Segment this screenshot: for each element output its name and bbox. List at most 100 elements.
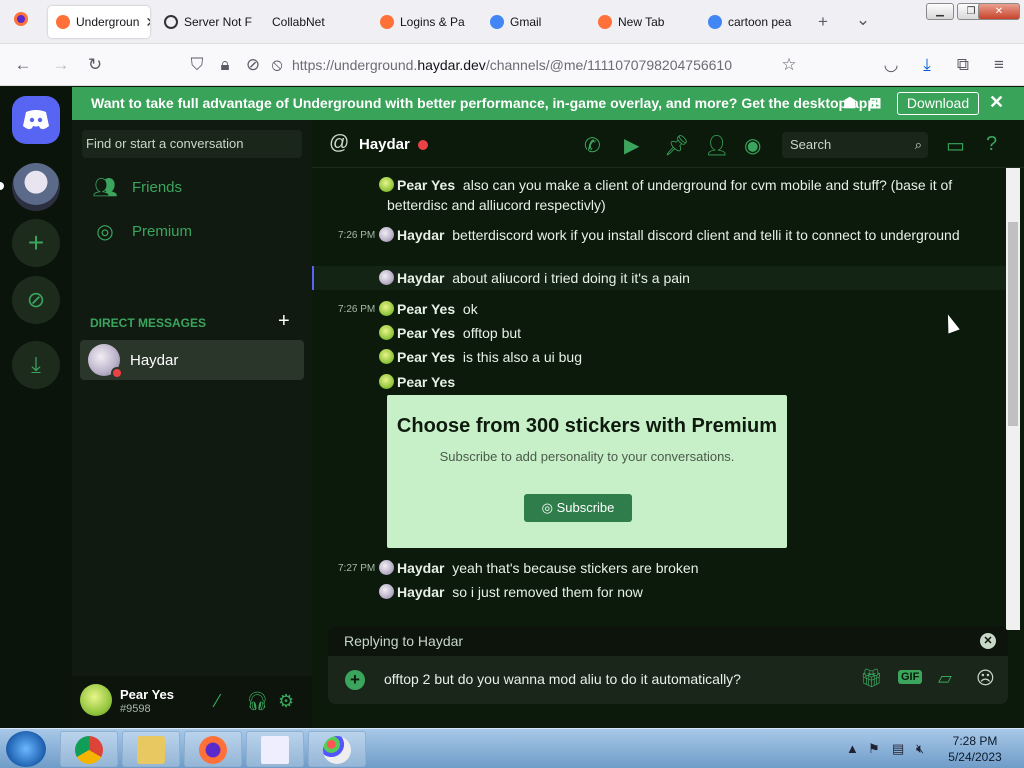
user-profile-icon[interactable]: ◉ [744, 133, 761, 158]
settings-gear-icon[interactable]: ⚙ [278, 691, 294, 712]
taskbar-chrome-button[interactable] [60, 731, 118, 767]
close-window-button[interactable]: ✕ [978, 3, 1020, 20]
url-bar[interactable]: https://underground.haydar.dev/channels/… [292, 57, 732, 73]
browser-nav-bar: ← → ↻ ⛉ 🔒︎ ⊘ ⦸ https://underground.hayda… [0, 44, 1024, 86]
new-tab-icon[interactable]: + [812, 11, 834, 33]
inbox-icon[interactable]: ▭ [946, 133, 965, 158]
search-input[interactable]: Search ⌕ [782, 132, 928, 158]
message-timestamp: 7:26 PM [338, 304, 376, 315]
sticker-picker-icon[interactable]: ▱ [938, 668, 952, 689]
list-item[interactable]: Haydar so i just removed them for now [312, 582, 1007, 602]
firefox-menu-icon[interactable] [10, 11, 32, 33]
dnd-status-icon [111, 367, 123, 379]
taskbar-paint-button[interactable] [308, 731, 366, 767]
message-timestamp: 7:26 PM [338, 230, 376, 241]
sidebar-item-premium[interactable]: ◎ Premium [80, 210, 304, 252]
tab-server-not-found[interactable]: Server Not F [156, 6, 256, 38]
tab-underground[interactable]: Undergroun ✕ [48, 6, 150, 38]
message-author: Pear Yes [397, 325, 456, 341]
list-item[interactable]: Pear Yes is this also a ui bug [312, 347, 1007, 367]
taskbar-firefox-button[interactable] [184, 731, 242, 767]
cancel-reply-icon[interactable]: ✕ [980, 633, 996, 649]
scrollbar-thumb[interactable] [1008, 222, 1018, 426]
camera-blocked-icon[interactable]: ⦸ [266, 54, 288, 76]
mute-microphone-icon[interactable]: ⁄ [216, 691, 219, 712]
clock-time: 7:28 PM [952, 734, 998, 748]
volume-muted-icon[interactable]: 🔇︎ [916, 741, 924, 757]
subscribe-button[interactable]: ◎ Subscribe [524, 494, 632, 522]
server-avatar-icon[interactable] [12, 163, 60, 211]
close-banner-icon[interactable]: ✕ [989, 92, 1004, 113]
shield-icon[interactable]: ⛉ [186, 54, 208, 76]
lock-icon[interactable]: 🔒︎ [214, 54, 236, 76]
tab-cartoon-pear[interactable]: cartoon pea [700, 6, 800, 38]
forward-icon[interactable]: → [50, 54, 72, 76]
find-conversation-input[interactable]: Find or start a conversation [82, 130, 302, 158]
upload-plus-icon[interactable]: + [345, 670, 365, 690]
download-apps-icon[interactable]: ⤓ [12, 341, 60, 389]
taskbar-notepad-button[interactable] [246, 731, 304, 767]
list-item[interactable]: Pear Yes [312, 372, 1007, 392]
create-dm-icon[interactable]: + [278, 310, 290, 333]
show-hidden-icons-icon[interactable]: ▲ [846, 741, 859, 756]
pinned-messages-icon[interactable]: 📌︎ [664, 133, 689, 158]
gift-icon[interactable]: 🎁︎ [860, 668, 883, 689]
bookmark-star-icon[interactable]: ☆ [778, 54, 800, 76]
video-call-icon[interactable]: ▶ [624, 133, 639, 158]
message-text: ok [462, 301, 478, 317]
windows-icon: ⊞ [869, 95, 882, 112]
download-button[interactable]: Download [897, 92, 979, 115]
friends-icon: 👥︎ [92, 176, 118, 199]
list-item[interactable]: 7:26 PM Haydar betterdiscord work if you… [312, 225, 1007, 267]
headphones-icon[interactable]: 🎧︎ [246, 691, 269, 712]
minimize-button[interactable]: ▁ [926, 3, 954, 20]
list-item[interactable]: Pear Yes also can you make a client of u… [312, 175, 1007, 217]
chat-header: @ Haydar ✆ ▶ 📌︎ 👤︎ ◉ Search ⌕ ▭ ? [312, 120, 1024, 168]
explore-compass-icon[interactable]: ⊘ [12, 276, 60, 324]
list-item[interactable]: 7:26 PM Pear Yes ok [312, 299, 1007, 319]
downloads-icon[interactable]: ⤓ [916, 54, 938, 76]
network-icon[interactable]: ▤ [892, 741, 904, 757]
system-clock[interactable]: 7:28 PM 5/24/2023 [940, 733, 1010, 765]
list-item[interactable]: Pear Yes offtop but [312, 323, 1007, 343]
banner-text: Want to take full advantage of Undergrou… [91, 95, 881, 111]
emoji-picker-icon[interactable]: ☹ [976, 668, 995, 689]
user-avatar[interactable] [80, 684, 112, 716]
tab-favicon-icon [598, 15, 612, 29]
gif-picker-button[interactable]: GIF [898, 670, 923, 684]
add-friends-to-dm-icon[interactable]: 👤︎ [704, 133, 729, 158]
help-icon[interactable]: ? [986, 133, 997, 156]
folder-icon [137, 736, 165, 764]
tab-favicon-icon [708, 15, 722, 29]
close-tab-icon[interactable]: ✕ [145, 14, 150, 31]
tab-label: cartoon pea [728, 15, 792, 29]
user-panel: Pear Yes #9598 ⁄ 🎧︎ ⚙ [72, 676, 312, 728]
message-text: about aliucord i tried doing it it's a p… [452, 270, 690, 286]
list-item[interactable]: 7:27 PM Haydar yeah that's because stick… [312, 558, 1007, 578]
voice-call-icon[interactable]: ✆ [584, 133, 601, 158]
tab-logins-passwords[interactable]: Logins & Pa [372, 6, 472, 38]
nitro-icon: ◎ [541, 500, 553, 515]
dm-sidebar: Find or start a conversation 👥︎ Friends … [72, 120, 312, 728]
taskbar-explorer-button[interactable] [122, 731, 180, 767]
tab-collabnet[interactable]: CollabNet [264, 6, 364, 38]
dm-item-haydar[interactable]: Haydar [80, 340, 304, 380]
tab-new-tab[interactable]: New Tab [590, 6, 690, 38]
tab-gmail[interactable]: Gmail [482, 6, 582, 38]
home-discord-icon[interactable] [12, 96, 60, 144]
extensions-icon[interactable]: ⧉ [952, 54, 974, 76]
message-input[interactable]: offtop 2 but do you wanna mod aliu to do… [384, 671, 741, 687]
user-name: Pear Yes [120, 687, 174, 702]
back-icon[interactable]: ← [12, 54, 34, 76]
add-server-icon[interactable]: + [12, 219, 60, 267]
reload-icon[interactable]: ↻ [84, 54, 106, 76]
pocket-icon[interactable]: ◡ [880, 54, 902, 76]
sidebar-item-friends[interactable]: 👥︎ Friends [80, 166, 304, 208]
message-scrollbar[interactable] [1006, 168, 1020, 630]
start-button[interactable] [6, 731, 46, 767]
menu-icon[interactable]: ≡ [988, 54, 1010, 76]
permissions-icon[interactable]: ⊘ [242, 54, 264, 76]
action-center-icon[interactable]: ⚑ [868, 741, 880, 757]
list-all-tabs-icon[interactable]: ⌄ [852, 9, 874, 31]
list-item[interactable]: Haydar about aliucord i tried doing it i… [312, 266, 1007, 290]
